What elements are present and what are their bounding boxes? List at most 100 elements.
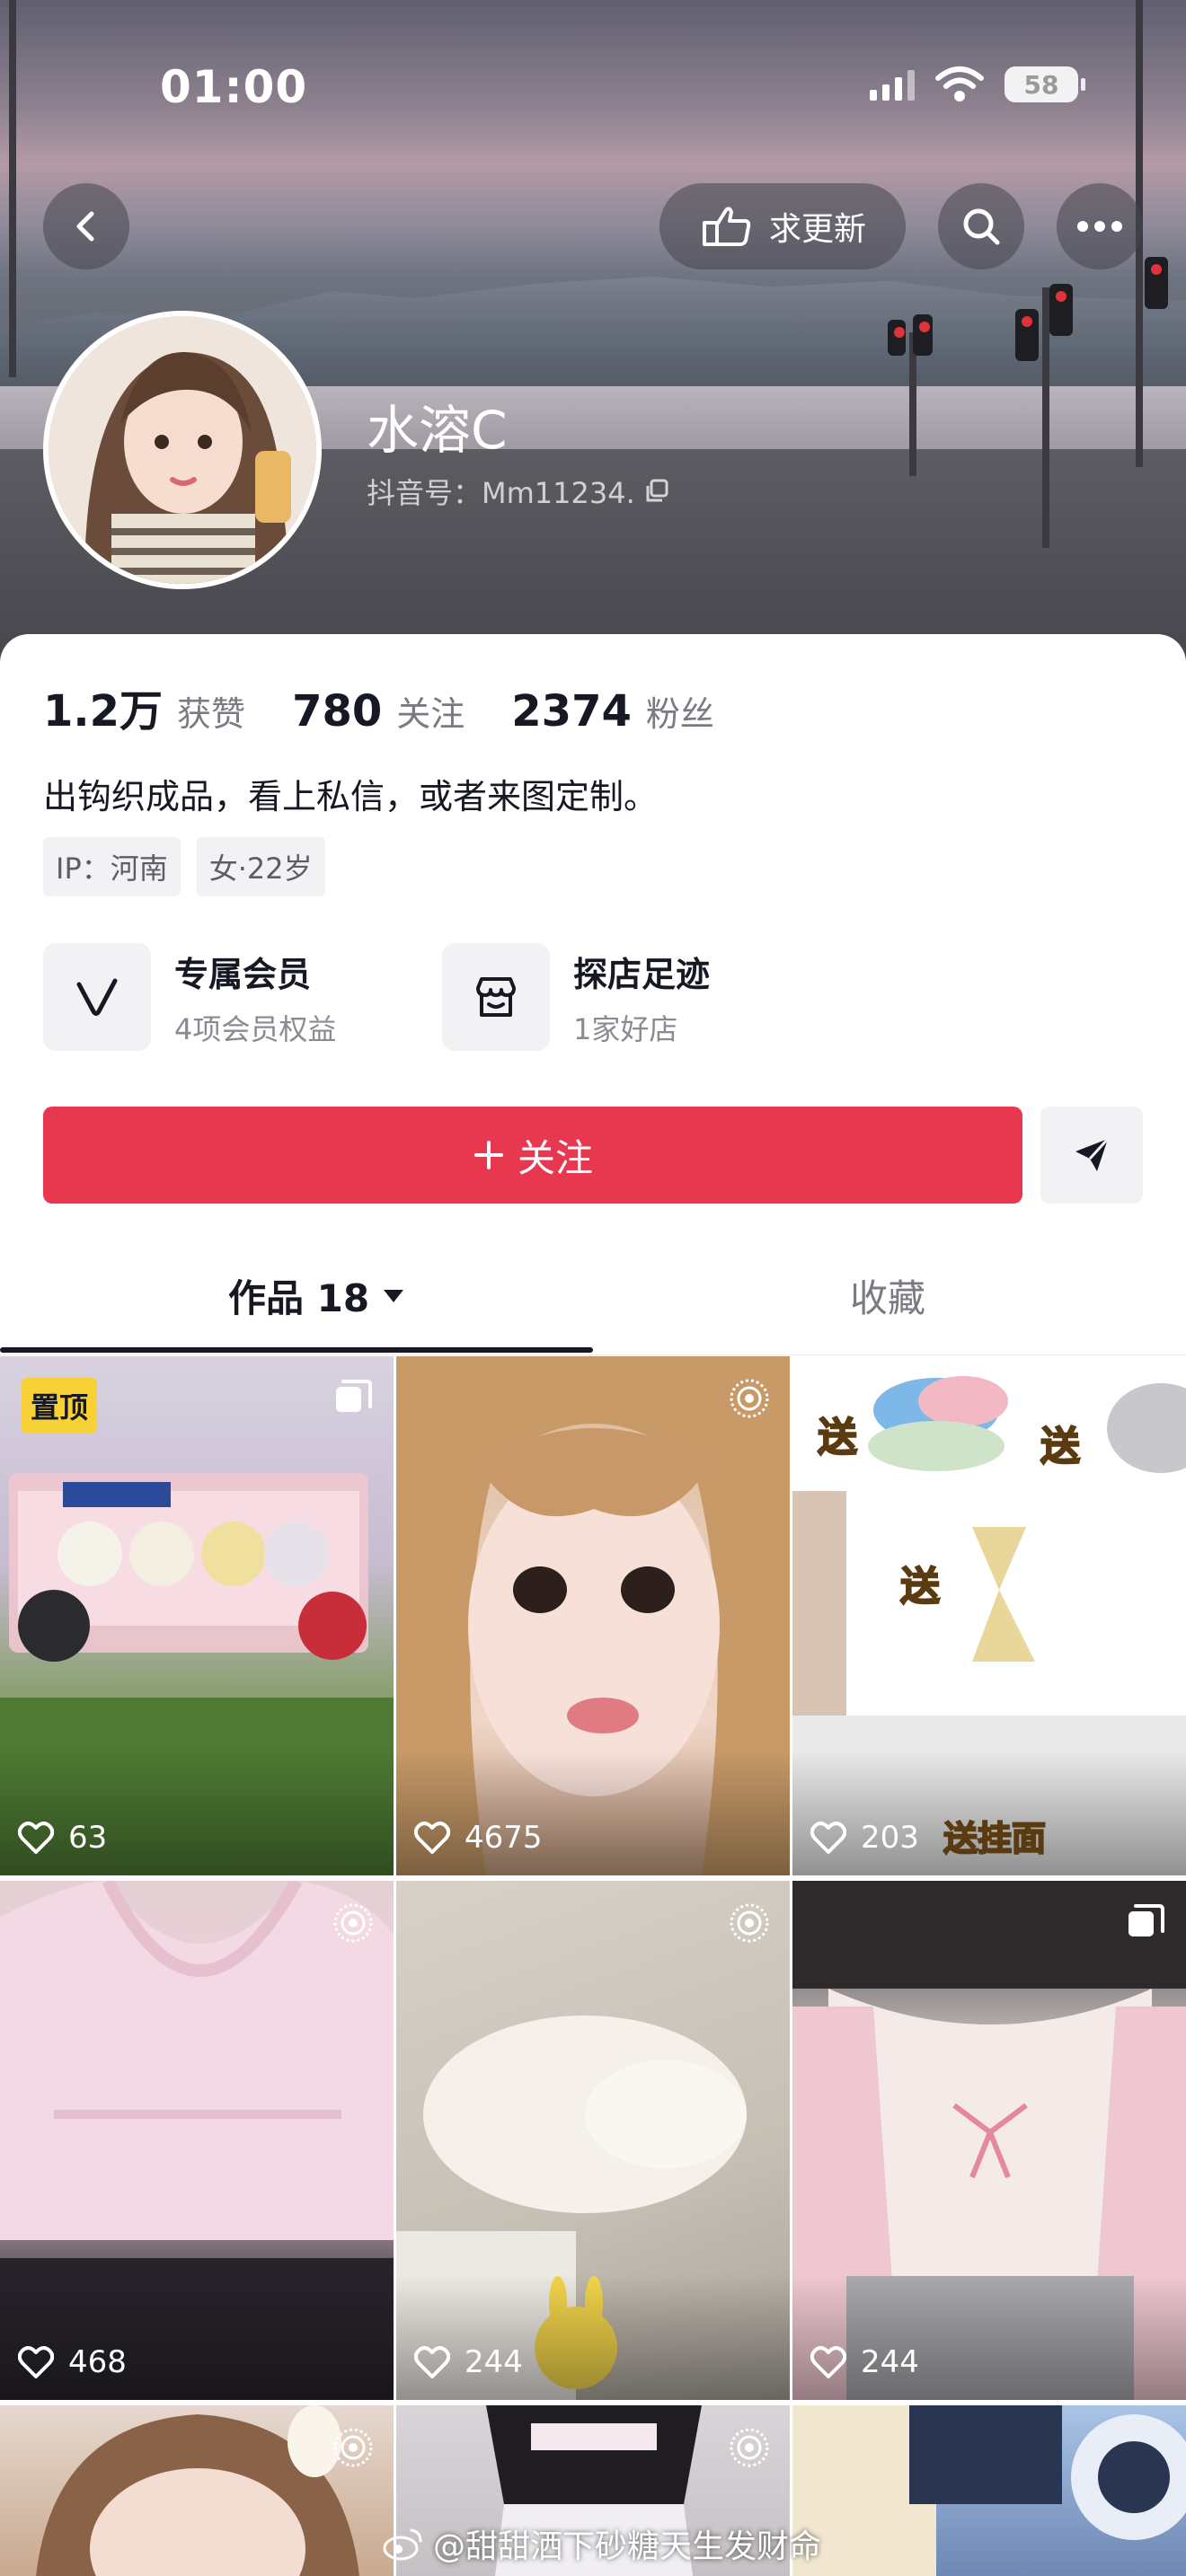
like-count-value: 244 bbox=[861, 2344, 919, 2380]
douyin-id-text: 抖音号：Mm11234. bbox=[367, 476, 635, 510]
vip-v-icon bbox=[43, 943, 151, 1051]
cellular-signal-icon bbox=[870, 68, 915, 101]
video-thumbnail[interactable] bbox=[792, 2405, 1186, 2576]
thumbnail-gradient bbox=[396, 1750, 790, 1875]
followers-label: 粉丝 bbox=[645, 694, 714, 734]
heart-icon bbox=[810, 1822, 846, 1854]
like-count: 244 bbox=[810, 2344, 919, 2380]
live-photo-icon bbox=[730, 1379, 769, 1418]
video-thumbnail[interactable]: 送 送 送 送挂面 203 bbox=[792, 1356, 1186, 1875]
video-thumbnail[interactable]: 244 bbox=[396, 1881, 790, 2400]
following-count[interactable]: 780 bbox=[292, 686, 382, 737]
heart-icon bbox=[414, 1822, 450, 1854]
plus-icon bbox=[474, 1141, 503, 1169]
chevron-left-icon bbox=[76, 211, 94, 242]
live-photo-icon bbox=[730, 1903, 769, 1943]
tabs-divider bbox=[0, 1354, 1186, 1355]
cover-pole bbox=[1042, 287, 1049, 548]
tab-favorites[interactable]: 收藏 bbox=[850, 1268, 925, 1323]
profile-name: 水溶C bbox=[367, 400, 508, 461]
send-arrow-icon bbox=[1075, 1137, 1110, 1171]
membership-entry[interactable]: 专属会员 4项会员权益 bbox=[43, 943, 336, 1051]
like-count: 244 bbox=[414, 2344, 523, 2380]
avatar-portrait bbox=[49, 316, 316, 584]
thumbnail-image bbox=[792, 2405, 1186, 2576]
active-tab-indicator bbox=[0, 1347, 593, 1353]
like-count-value: 244 bbox=[465, 2344, 523, 2380]
like-count-value: 203 bbox=[861, 1820, 919, 1856]
like-count: 468 bbox=[18, 2344, 127, 2380]
weibo-logo-icon bbox=[383, 2528, 422, 2561]
video-thumbnail[interactable]: 468 bbox=[0, 1881, 394, 2400]
status-time: 01:00 bbox=[160, 61, 308, 113]
traffic-light bbox=[1049, 284, 1073, 336]
like-count: 63 bbox=[18, 1820, 107, 1856]
thumbnail-gradient bbox=[792, 2274, 1186, 2400]
wifi-icon bbox=[935, 66, 984, 101]
caret-down-icon bbox=[384, 1289, 404, 1302]
promo-caption: 送挂面 bbox=[943, 1818, 1047, 1859]
like-count-value: 468 bbox=[68, 2344, 127, 2380]
thumbnail-gradient bbox=[0, 1750, 394, 1875]
search-button[interactable] bbox=[938, 183, 1024, 269]
video-thumbnail[interactable]: 244 bbox=[792, 1881, 1186, 2400]
video-thumbnail[interactable] bbox=[0, 2405, 394, 2576]
live-photo-icon bbox=[333, 2428, 373, 2467]
store-visits-entry[interactable]: 探店足迹 1家好店 bbox=[442, 943, 710, 1051]
likes-count[interactable]: 1.2万 bbox=[43, 675, 163, 738]
following-label: 关注 bbox=[396, 694, 465, 734]
battery-icon: 58 bbox=[1005, 66, 1085, 102]
profile-bio: 出钩织成品，看上私信，或者来图定制。 bbox=[43, 777, 659, 816]
promo-text: 送 bbox=[899, 1563, 941, 1610]
more-button[interactable] bbox=[1057, 183, 1143, 269]
video-thumbnail[interactable]: 置顶 63 bbox=[0, 1356, 394, 1875]
ip-tag: IP：河南 bbox=[43, 837, 181, 896]
like-count-value: 4675 bbox=[465, 1820, 543, 1856]
traffic-light bbox=[888, 320, 906, 356]
search-icon bbox=[963, 208, 1000, 245]
thumbnail-gradient bbox=[0, 2274, 394, 2400]
shop-icon bbox=[442, 943, 550, 1051]
multi-image-icon bbox=[1128, 1904, 1164, 1936]
heart-icon bbox=[18, 2346, 54, 2378]
live-photo-icon bbox=[333, 1903, 373, 1943]
likes-label: 获赞 bbox=[177, 694, 246, 734]
like-count: 4675 bbox=[414, 1820, 543, 1856]
heart-icon bbox=[810, 2346, 846, 2378]
follow-label: 关注 bbox=[517, 1135, 593, 1180]
heart-icon bbox=[414, 2346, 450, 2378]
douyin-id[interactable]: 抖音号：Mm11234. bbox=[367, 471, 669, 512]
membership-title: 专属会员 bbox=[174, 954, 312, 994]
store-visits-subtitle: 1家好店 bbox=[573, 1011, 678, 1046]
follow-button[interactable]: 关注 bbox=[43, 1107, 1022, 1204]
live-photo-icon bbox=[730, 2428, 769, 2467]
request-update-label: 求更新 bbox=[768, 211, 866, 248]
copy-icon[interactable] bbox=[644, 479, 669, 504]
hand-point-icon bbox=[702, 207, 751, 246]
traffic-light bbox=[913, 314, 933, 356]
followers-count[interactable]: 2374 bbox=[511, 686, 632, 737]
store-visits-title: 探店足迹 bbox=[573, 954, 711, 994]
tab-works[interactable]: 作品 18 bbox=[228, 1268, 405, 1323]
request-update-button[interactable]: 求更新 bbox=[659, 183, 906, 269]
multi-image-icon bbox=[336, 1380, 372, 1412]
pinned-badge: 置顶 bbox=[22, 1378, 98, 1434]
back-button[interactable] bbox=[43, 183, 129, 269]
watermark: @甜甜洒下砂糖天生发财命 bbox=[383, 2520, 821, 2567]
more-dots-icon bbox=[1077, 221, 1122, 232]
profile-stats: 1.2万 获赞 780 关注 2374 粉丝 bbox=[43, 675, 761, 738]
status-icons: 58 bbox=[870, 65, 1085, 104]
promo-text: 送 bbox=[817, 1414, 858, 1461]
tab-favorites-label: 收藏 bbox=[850, 1276, 926, 1320]
thumbnail-gradient bbox=[396, 2274, 790, 2400]
gender-age-tag: 女·22岁 bbox=[196, 837, 325, 896]
avatar[interactable] bbox=[43, 311, 322, 589]
video-thumbnail[interactable]: 4675 bbox=[396, 1356, 790, 1875]
message-button[interactable] bbox=[1040, 1107, 1143, 1204]
traffic-light bbox=[1015, 309, 1039, 361]
cover-pole bbox=[9, 0, 16, 377]
profile-tags: IP：河南 女·22岁 bbox=[43, 837, 325, 896]
like-count-value: 63 bbox=[68, 1820, 108, 1856]
traffic-light bbox=[1145, 257, 1168, 309]
promo-text: 送 bbox=[1040, 1423, 1081, 1470]
